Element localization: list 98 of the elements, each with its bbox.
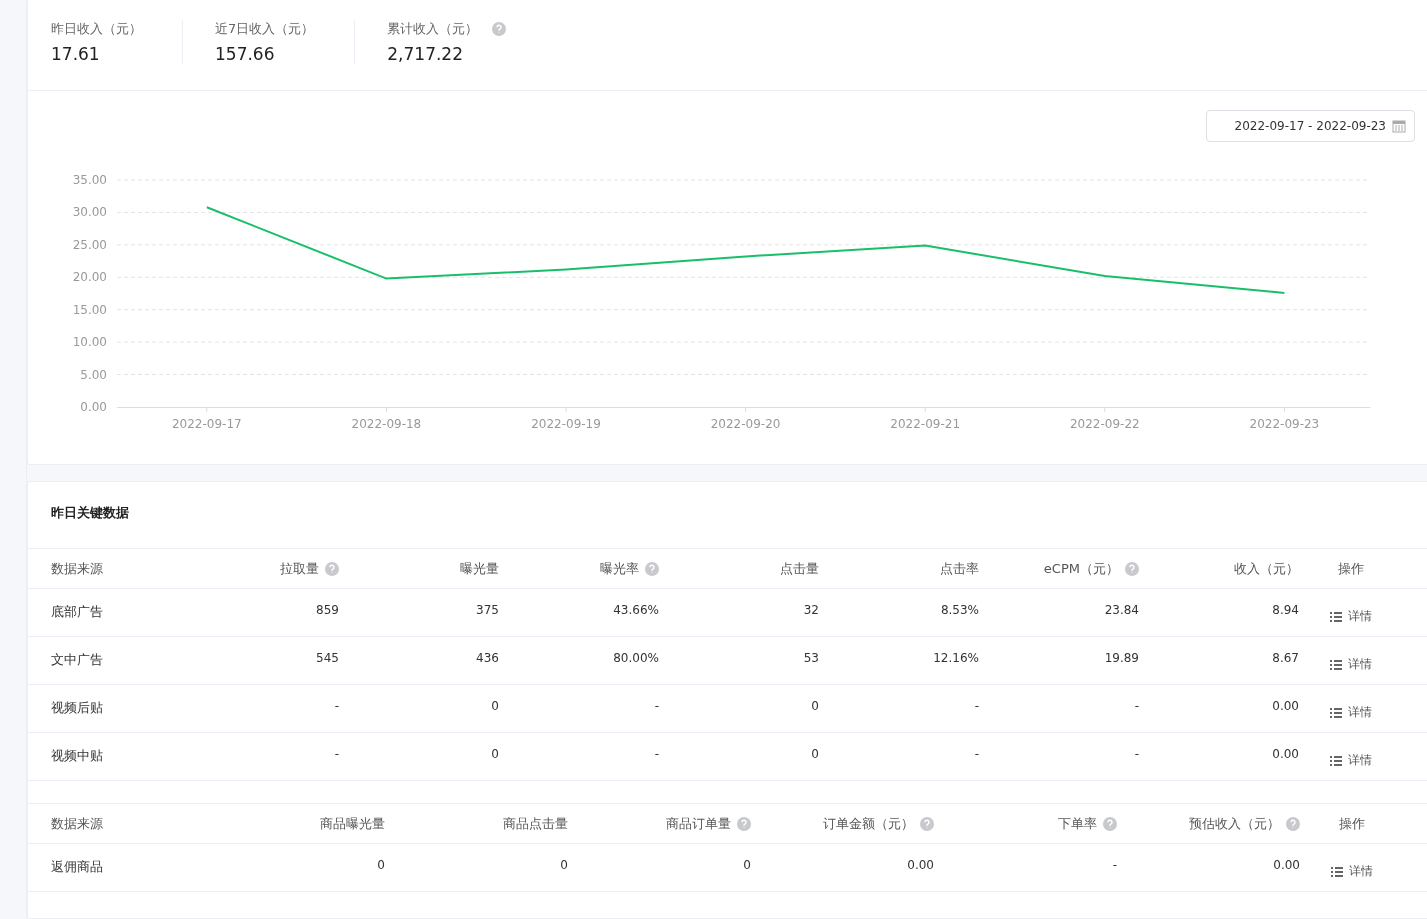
table-cell: 0 xyxy=(377,858,385,872)
column-header: 操作 xyxy=(1338,559,1364,578)
help-icon[interactable] xyxy=(737,816,751,831)
column-header: 商品曝光量 xyxy=(320,814,385,833)
table-cell: 8.67 xyxy=(1272,651,1299,665)
table-cell: - xyxy=(654,699,659,713)
column-header: 订单金额（元） xyxy=(823,814,914,833)
column-header: 曝光率 xyxy=(600,559,639,578)
date-range-picker[interactable]: 2022-09-17 - 2022-09-23 xyxy=(1205,110,1415,142)
table-cell: 53 xyxy=(803,651,819,665)
column-header: 收入（元） xyxy=(1234,559,1299,578)
list-icon xyxy=(1330,707,1342,718)
table-cell: 视频后贴 xyxy=(51,699,103,717)
section-title: 昨日关键数据 xyxy=(50,504,130,522)
table-cell: 0 xyxy=(491,699,499,713)
table-cell: - xyxy=(334,747,339,761)
list-icon xyxy=(1330,611,1342,622)
help-icon[interactable] xyxy=(1103,816,1117,831)
table-cell: 0 xyxy=(560,858,568,872)
table-cell: 19.89 xyxy=(1104,651,1139,665)
table-cell: 返佣商品 xyxy=(51,858,103,876)
table-cell: 80.00% xyxy=(613,651,659,665)
axis-tick-label: 20.00 xyxy=(72,270,107,285)
column-header: 商品订单量 xyxy=(666,814,731,833)
help-icon[interactable] xyxy=(1286,816,1300,831)
axis-tick-label: 2022-09-23 xyxy=(1249,417,1320,431)
stat-value: 2,717.22 xyxy=(387,44,464,64)
table-cell: 0 xyxy=(811,747,819,761)
list-icon xyxy=(1330,866,1343,877)
table-cell: 0 xyxy=(811,699,819,713)
stat-label: 累计收入（元） xyxy=(387,20,479,38)
column-header: 商品点击量 xyxy=(503,814,568,833)
column-header: 曝光量 xyxy=(460,559,499,578)
table-cell: 0 xyxy=(743,858,751,872)
stat-value: 17.61 xyxy=(51,44,101,64)
detail-link[interactable]: 详情 xyxy=(1330,656,1372,673)
column-header: 数据来源 xyxy=(51,559,103,578)
table-cell: 545 xyxy=(316,651,339,665)
axis-tick-label: 2022-09-21 xyxy=(890,417,961,431)
table-cell: - xyxy=(1134,747,1139,761)
detail-link[interactable]: 详情 xyxy=(1330,752,1372,769)
help-icon[interactable] xyxy=(920,816,934,831)
table-cell: 0.00 xyxy=(907,858,934,872)
axis-tick-label: 2022-09-19 xyxy=(531,417,601,431)
axis-tick-label: 2022-09-18 xyxy=(351,417,422,431)
stat-label: 近7日收入（元） xyxy=(215,20,315,38)
table-cell: 23.84 xyxy=(1104,603,1139,617)
axis-tick-label: 25.00 xyxy=(72,237,107,252)
column-header: 操作 xyxy=(1338,814,1365,833)
table-cell: 0.00 xyxy=(1272,699,1299,713)
table-cell: 859 xyxy=(316,603,339,617)
column-header: 点击率 xyxy=(940,559,979,578)
help-icon[interactable] xyxy=(492,22,507,36)
table-cell: 文中广告 xyxy=(51,651,103,669)
axis-tick-label: 35.00 xyxy=(72,173,107,187)
list-icon xyxy=(1330,755,1342,766)
axis-tick-label: 2022-09-17 xyxy=(171,417,242,431)
table-cell: 0 xyxy=(491,747,499,761)
axis-tick-label: 30.00 xyxy=(72,205,107,220)
column-header: 预估收入（元） xyxy=(1189,814,1280,833)
table-cell: 32 xyxy=(803,603,819,617)
table-cell: 0.00 xyxy=(1272,747,1299,761)
help-icon[interactable] xyxy=(325,561,339,576)
stat-value: 157.66 xyxy=(215,44,276,64)
column-header: eCPM（元） xyxy=(1043,559,1119,578)
table-cell: - xyxy=(974,699,979,713)
table-cell: - xyxy=(1134,699,1139,713)
axis-tick-label: 10.00 xyxy=(72,335,107,350)
list-icon xyxy=(1330,659,1342,670)
help-icon[interactable] xyxy=(1125,561,1139,576)
column-header: 拉取量 xyxy=(280,559,319,578)
table-cell: 底部广告 xyxy=(51,603,103,621)
table-cell: - xyxy=(974,747,979,761)
table-cell: 0.00 xyxy=(1273,858,1300,872)
axis-tick-label: 15.00 xyxy=(72,302,107,317)
table-cell: 视频中贴 xyxy=(51,747,103,765)
axis-tick-label: 2022-09-22 xyxy=(1069,417,1140,431)
stat-label: 昨日收入（元） xyxy=(51,20,142,38)
detail-link[interactable]: 详情 xyxy=(1330,704,1372,721)
axis-tick-label: 0.00 xyxy=(80,400,107,414)
table-cell: - xyxy=(1112,858,1117,872)
calendar-icon xyxy=(1392,119,1406,133)
table-cell: 375 xyxy=(476,603,499,617)
help-icon[interactable] xyxy=(645,561,659,576)
column-header: 下单率 xyxy=(1058,814,1097,833)
table-cell: 43.66% xyxy=(613,603,659,617)
detail-link[interactable]: 详情 xyxy=(1330,608,1372,625)
table-cell: 8.94 xyxy=(1272,603,1299,617)
detail-link[interactable]: 详情 xyxy=(1330,863,1373,880)
axis-tick-label: 5.00 xyxy=(80,367,107,382)
column-header: 点击量 xyxy=(780,559,819,578)
table-cell: 436 xyxy=(476,651,499,665)
table-cell: 8.53% xyxy=(940,603,979,617)
table-cell: 12.16% xyxy=(933,651,979,665)
axis-tick-label: 2022-09-20 xyxy=(710,417,781,431)
column-header: 数据来源 xyxy=(51,814,103,833)
table-cell: - xyxy=(334,699,339,713)
table-cell: - xyxy=(654,747,659,761)
